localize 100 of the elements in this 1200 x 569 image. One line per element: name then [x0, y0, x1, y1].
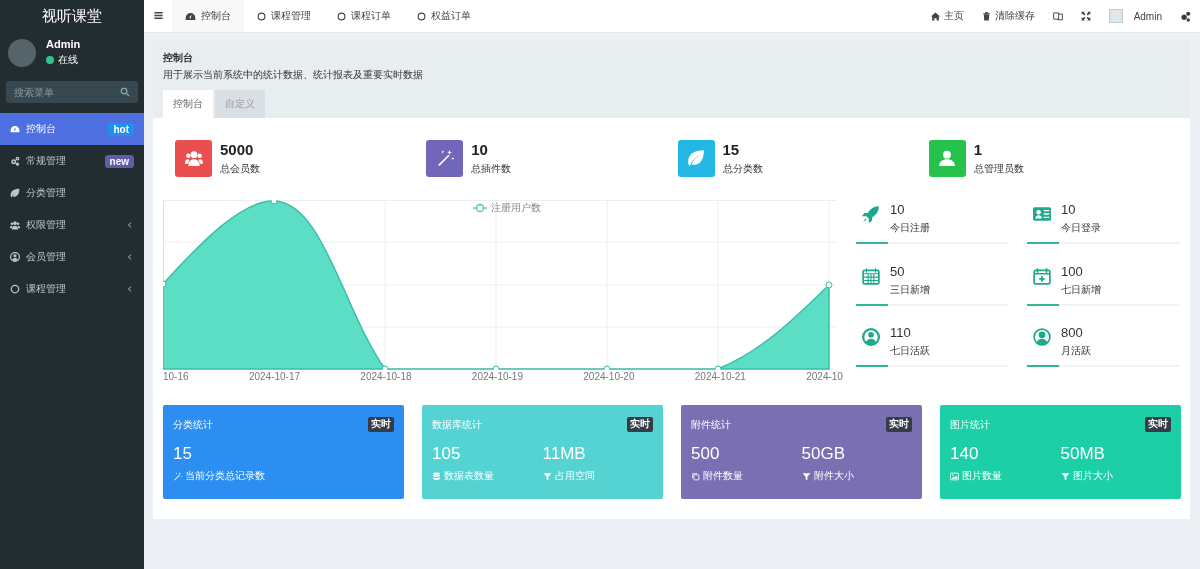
- stat-label: 月活跃: [1061, 344, 1091, 359]
- realtime-badge: 实时: [368, 417, 394, 432]
- fullscreen-icon: [1080, 11, 1091, 21]
- data-point: [714, 365, 722, 370]
- leaf-icon: [10, 188, 20, 198]
- panel-description: 用于展示当前系统中的统计数据、统计报表及重要实时数据: [163, 68, 424, 82]
- data-point: [825, 281, 833, 289]
- sidebar-item[interactable]: 会员管理: [0, 241, 144, 273]
- home-icon: [930, 11, 940, 21]
- data-point: [163, 280, 167, 288]
- realtime-badge: 实时: [627, 417, 653, 432]
- nav-tab[interactable]: 课程管理: [244, 0, 324, 32]
- axis-label: 2024-10: [806, 371, 843, 383]
- stat-label: 总分类数: [722, 161, 763, 176]
- user-icon: [938, 149, 957, 167]
- nav-tab[interactable]: 控制台: [172, 0, 244, 32]
- realtime-badge: 实时: [886, 417, 912, 432]
- stat-label: 总会员数: [220, 161, 260, 176]
- panel-tab[interactable]: 控制台: [163, 90, 213, 118]
- data-point: [603, 365, 611, 370]
- card-title: 图片统计: [950, 417, 990, 432]
- id-card-icon: [1033, 205, 1051, 223]
- leaf-icon: [687, 149, 705, 167]
- user-name: Admin: [46, 38, 81, 50]
- circle-icon: [10, 284, 20, 294]
- user-circle-icon: [10, 252, 20, 262]
- image-icon: [950, 471, 959, 481]
- card-label: 附件大小: [813, 469, 854, 483]
- calendar-plus-icon: [1033, 266, 1051, 285]
- status-dot-icon: [46, 56, 54, 64]
- menu-label: 分类管理: [26, 186, 67, 200]
- user-circle-icon: [1033, 328, 1051, 347]
- axis-label: 2024-10-17: [248, 371, 301, 383]
- stat-label: 今日登录: [1061, 221, 1101, 235]
- stat-label: 三日新增: [890, 282, 930, 297]
- stat-value: 1: [973, 140, 984, 158]
- realtime-badge: 实时: [1145, 417, 1171, 432]
- stat-value: 15: [722, 140, 741, 158]
- avatar: [8, 38, 36, 67]
- search-icon: [120, 87, 130, 97]
- circle-icon: [417, 11, 426, 21]
- copy-icon: [691, 471, 700, 481]
- sidebar-item[interactable]: 课程管理: [0, 273, 144, 305]
- stat-value: 110: [890, 325, 912, 341]
- gauge-icon: [10, 124, 20, 134]
- card-value: 50GB: [801, 444, 846, 464]
- user-status: 在线: [58, 53, 78, 67]
- card-title: 分类统计: [173, 417, 213, 432]
- calendar-grid-icon: [862, 266, 880, 285]
- stat-value: 10: [1061, 202, 1077, 217]
- card-value: 11MB: [542, 444, 587, 464]
- sidebar-item[interactable]: 常规管理 new: [0, 145, 144, 177]
- menu-label: 会员管理: [26, 250, 67, 264]
- data-point: [381, 365, 389, 370]
- gauge-icon: [185, 10, 196, 22]
- user-menu[interactable]: Admin: [1099, 9, 1171, 23]
- stat-value: 800: [1061, 325, 1084, 341]
- card-label: 数据表数量: [444, 469, 494, 483]
- card-title: 附件统计: [691, 417, 731, 432]
- data-point: [492, 365, 500, 370]
- axis-label: 2024-10-21: [694, 371, 746, 383]
- top-link[interactable]: 清除缓存: [972, 9, 1044, 23]
- search-field[interactable]: 搜索菜单: [6, 81, 138, 103]
- card-value: 140: [950, 444, 980, 464]
- users-icon: [184, 149, 203, 167]
- stat-value: 10: [471, 140, 489, 158]
- menu-label: 控制台: [26, 122, 57, 136]
- card-label: 附件数量: [703, 469, 743, 483]
- card-label: 占用空间: [554, 469, 595, 483]
- users-icon: [10, 220, 20, 230]
- nav-tab[interactable]: 课程订单: [324, 0, 404, 32]
- nav-tab[interactable]: 权益订单: [404, 0, 484, 32]
- sidebar-item[interactable]: 权限管理: [0, 209, 144, 241]
- stat-label: 七日新增: [1061, 282, 1101, 297]
- top-link[interactable]: 主页: [921, 9, 973, 23]
- user-circle-icon: [862, 328, 880, 347]
- data-point: [270, 200, 278, 205]
- panel-title: 控制台: [163, 51, 194, 65]
- avatar: [1108, 9, 1123, 23]
- menu-label: 常规管理: [26, 154, 67, 168]
- filter-icon: [542, 471, 552, 481]
- axis-label: 2024-10-19: [471, 371, 523, 383]
- menu-badge: hot: [108, 122, 134, 136]
- sidebar-item[interactable]: 控制台 hot: [0, 113, 144, 145]
- card-title: 数据库统计: [432, 417, 482, 432]
- circle-icon: [337, 11, 346, 21]
- sidebar-item[interactable]: 分类管理: [0, 177, 144, 209]
- stat-label: 七日活跃: [890, 344, 930, 359]
- card-value: 105: [432, 444, 462, 464]
- card-value: 15: [173, 444, 193, 464]
- menu-label: 课程管理: [26, 282, 67, 296]
- stat-label: 总插件数: [471, 161, 512, 176]
- rocket-icon: [862, 205, 880, 223]
- stat-value: 50: [890, 263, 906, 279]
- axis-label: 2024-10-20: [583, 371, 635, 383]
- menu-label: 权限管理: [26, 218, 67, 232]
- axis-label: 10-16: [163, 371, 189, 383]
- chart-legend[interactable]: 注册用户数: [473, 201, 541, 215]
- card-value: 50MB: [1060, 444, 1106, 464]
- card-label: 图片大小: [1072, 469, 1113, 483]
